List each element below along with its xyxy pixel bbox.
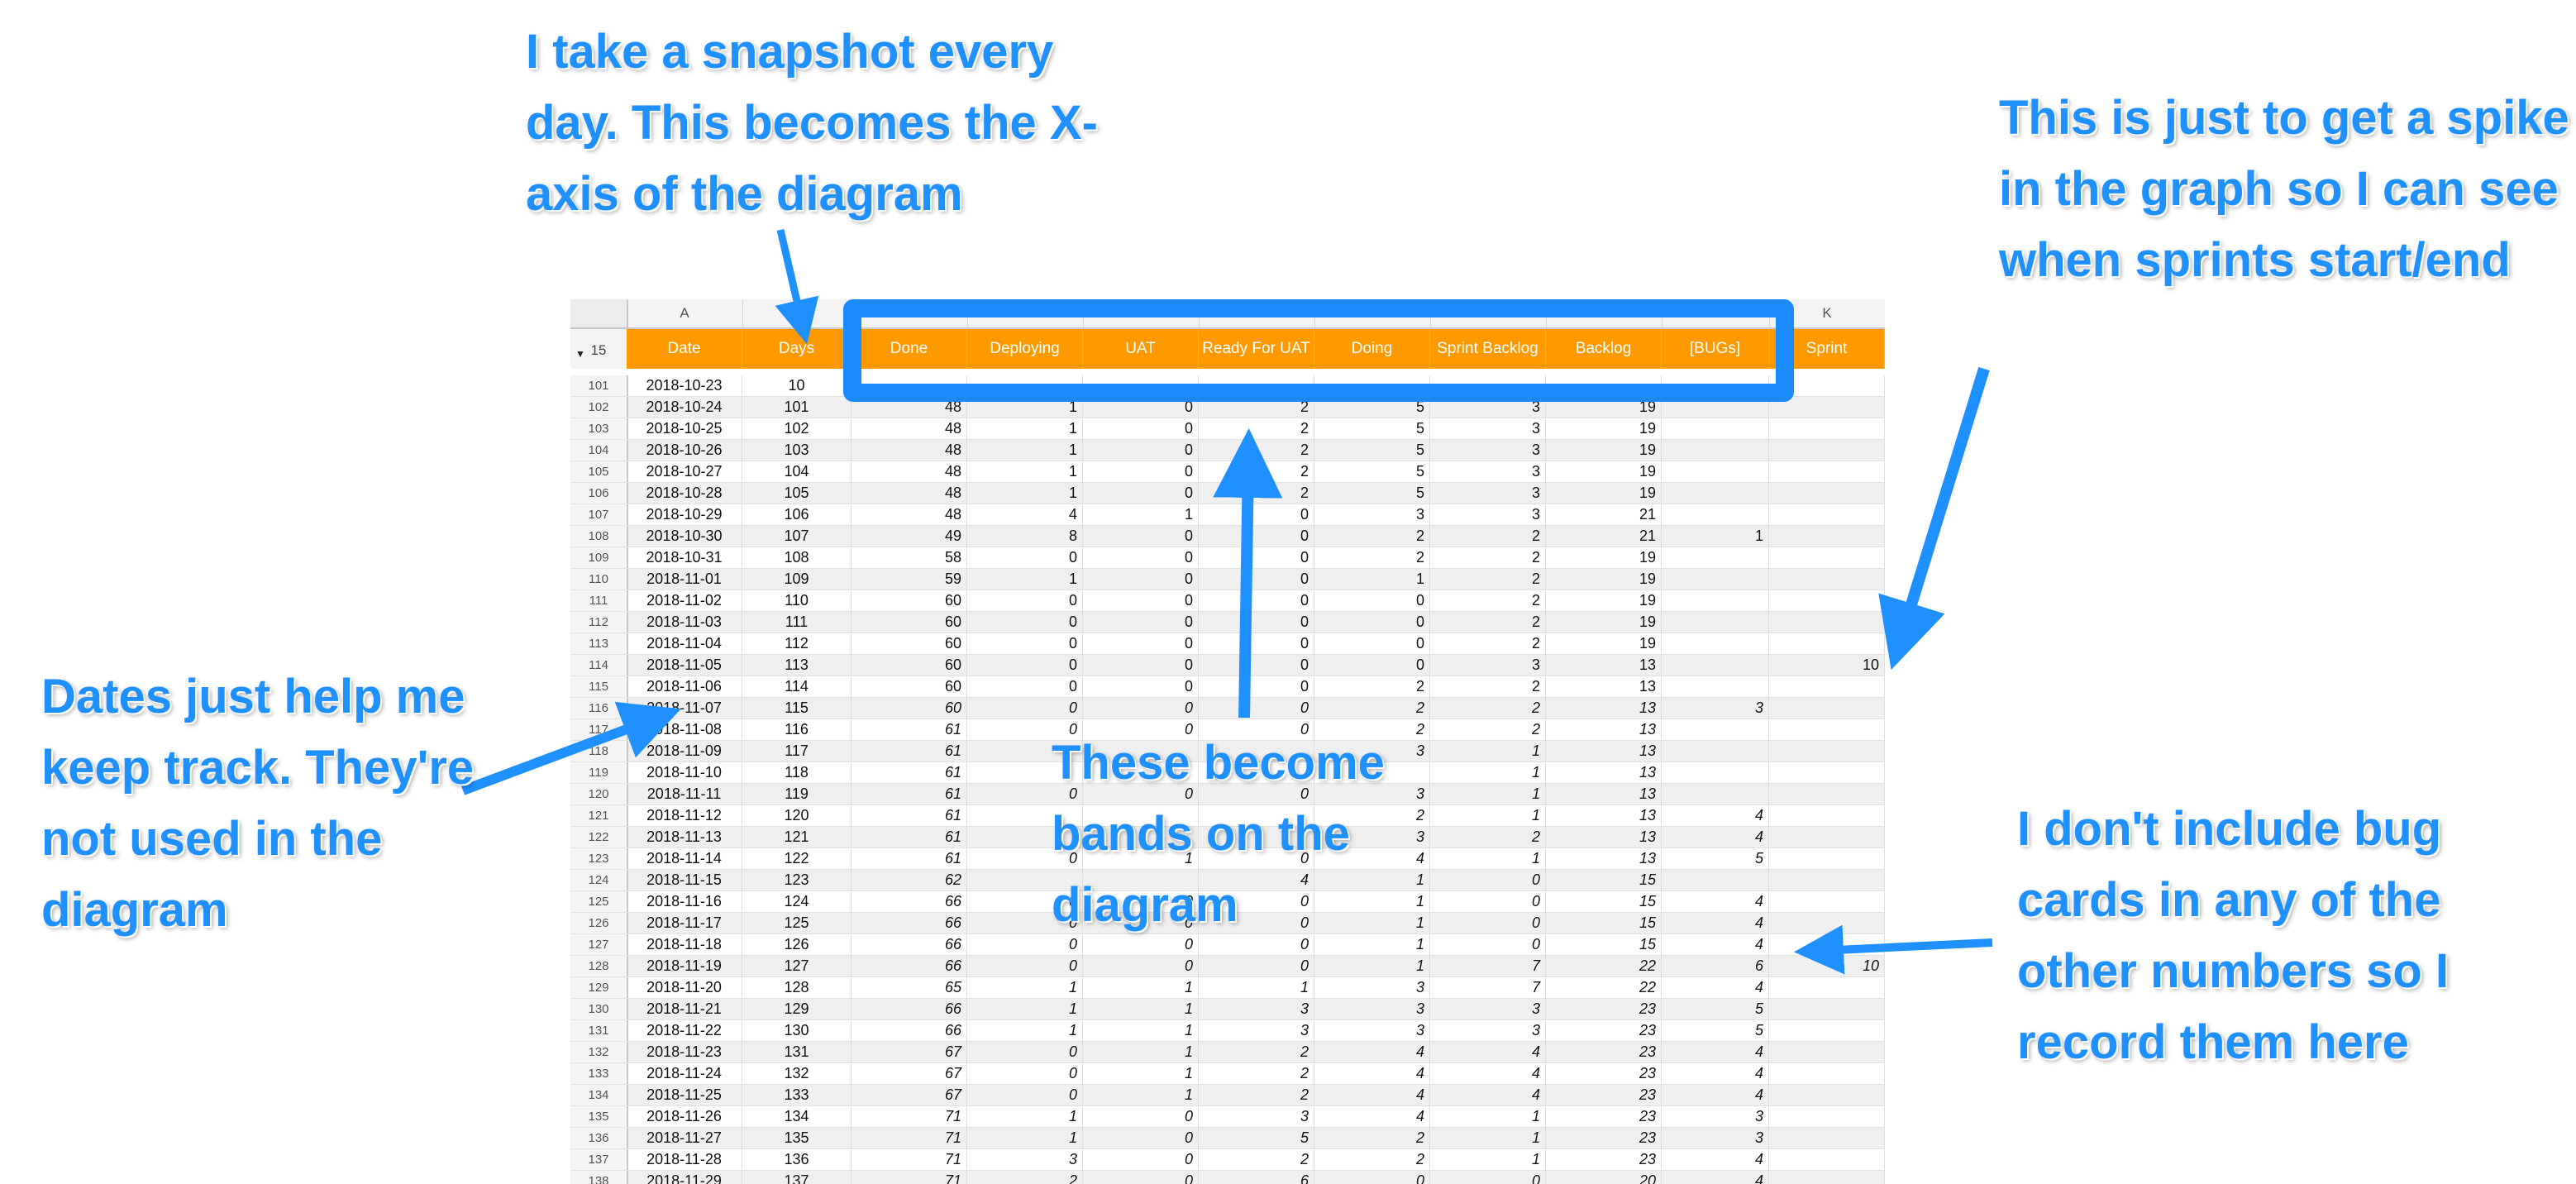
annotation-spike: This is just to get a spike in the graph… (1999, 91, 2569, 287)
annotation-bands: These become bands on the diagram (1052, 736, 1385, 932)
arrow-icon (1794, 924, 1993, 975)
arrow-icon (775, 228, 819, 345)
annotation-dates: Dates just help me keep track. They're n… (41, 670, 475, 937)
annotation-snapshot: I take a snapshot every day. This become… (526, 25, 1098, 221)
annotation-bugs: I don't include bug cards in any of the … (2017, 802, 2450, 1069)
arrow-icon (1213, 428, 1283, 719)
arrow-icon (1878, 366, 1990, 671)
